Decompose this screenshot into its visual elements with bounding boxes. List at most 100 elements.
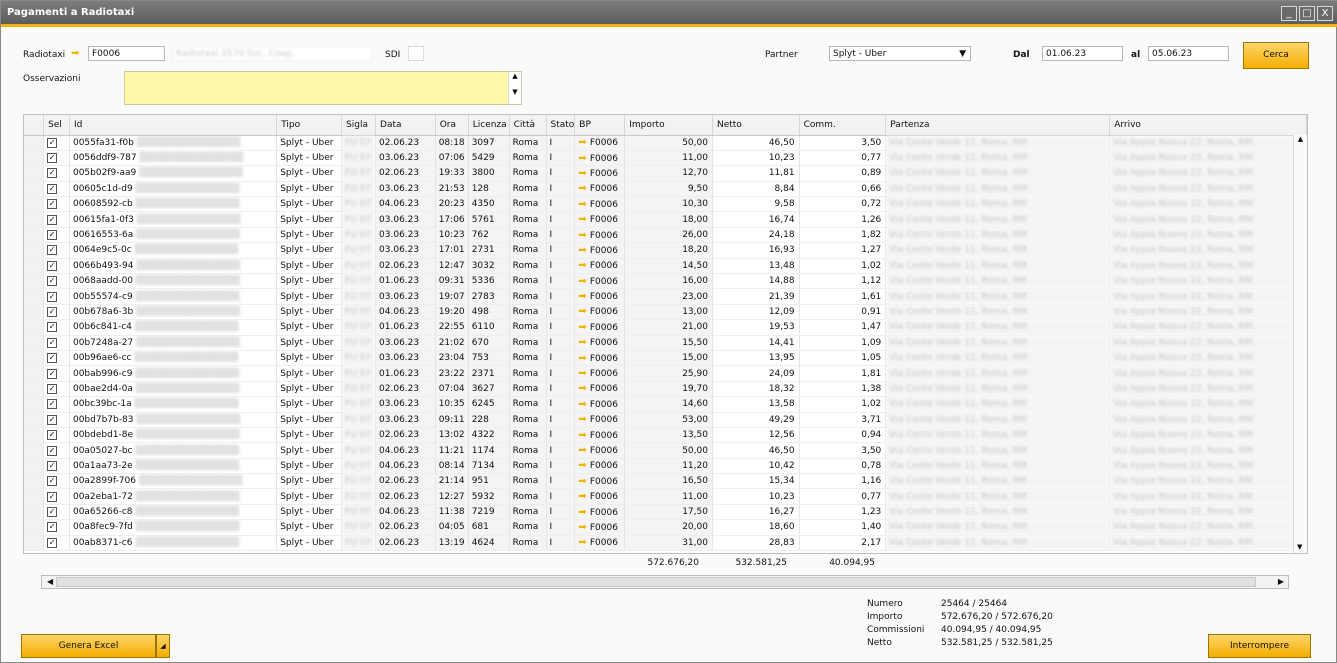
column-header[interactable]: Sel — [43, 115, 70, 136]
link-arrow-icon[interactable]: ➡ — [578, 537, 590, 548]
link-arrow-icon[interactable]: ➡ — [578, 260, 590, 271]
checkbox[interactable]: ✓ — [47, 537, 58, 548]
link-arrow-icon[interactable]: ➡ — [578, 276, 590, 287]
maximize-button[interactable]: □ — [1299, 6, 1315, 21]
select-checkbox[interactable]: ✓ — [43, 181, 70, 198]
checkbox[interactable]: ✓ — [47, 322, 58, 333]
table-row[interactable]: ✓ 00a1aa73-2e ▒▒▒▒▒▒▒▒▒▒▒▒▒▒▒ Splyt - Uber… — [24, 458, 1307, 475]
scroll-left-icon[interactable]: ◀ — [47, 577, 53, 586]
checkbox[interactable]: ✓ — [47, 153, 58, 164]
scroll-up-icon[interactable]: ▲ — [1294, 135, 1307, 143]
select-checkbox[interactable]: ✓ — [43, 519, 70, 536]
checkbox[interactable]: ✓ — [47, 445, 58, 456]
link-arrow-icon[interactable]: ➡ — [578, 214, 590, 225]
column-header[interactable]: BP — [574, 115, 626, 136]
checkbox[interactable]: ✓ — [47, 476, 58, 487]
table-row[interactable]: ✓ 00b96ae6-cc ▒▒▒▒▒▒▒▒▒▒▒▒▒▒▒ Splyt - Uber… — [24, 350, 1307, 367]
date-to-field[interactable]: 05.06.23 — [1148, 46, 1229, 61]
table-row[interactable]: ✓ 0064e9c5-0c ▒▒▒▒▒▒▒▒▒▒▒▒▒▒▒ Splyt - Uber… — [24, 242, 1307, 259]
select-checkbox[interactable]: ✓ — [43, 196, 70, 213]
radiotaxi-code-field[interactable]: F0006 — [88, 46, 165, 61]
checkbox[interactable]: ✓ — [47, 183, 58, 194]
select-checkbox[interactable]: ✓ — [43, 273, 70, 290]
column-header[interactable]: Ora — [435, 115, 469, 136]
select-checkbox[interactable]: ✓ — [43, 165, 70, 182]
link-arrow-icon[interactable]: ➡ — [578, 153, 590, 164]
minimize-button[interactable]: _ — [1281, 6, 1297, 21]
column-header[interactable]: Città — [509, 115, 547, 136]
link-arrow-icon[interactable]: ➡ — [578, 337, 590, 348]
table-row[interactable]: ✓ 00ab8371-c6 ▒▒▒▒▒▒▒▒▒▒▒▒▒▒▒ Splyt - Uber… — [24, 535, 1307, 552]
checkbox[interactable]: ✓ — [47, 245, 58, 256]
link-arrow-icon[interactable]: ➡ — [578, 460, 590, 471]
checkbox[interactable]: ✓ — [47, 276, 58, 287]
table-row[interactable]: ✓ 00bdebd1-8e ▒▒▒▒▒▒▒▒▒▒▒▒▒▒▒ Splyt - Uber… — [24, 427, 1307, 444]
checkbox[interactable]: ✓ — [47, 414, 58, 425]
select-checkbox[interactable]: ✓ — [43, 442, 70, 459]
table-row[interactable]: ✓ 00605c1d-d9 ▒▒▒▒▒▒▒▒▒▒▒▒▒▒▒ Splyt - Uber… — [24, 181, 1307, 198]
checkbox[interactable]: ✓ — [47, 260, 58, 271]
link-arrow-icon[interactable]: ➡ — [578, 230, 590, 241]
link-arrow-icon[interactable]: ➡ — [578, 383, 590, 394]
table-row[interactable]: ✓ 0068aadd-00 ▒▒▒▒▒▒▒▒▒▒▒▒▒▒▒ Splyt - Uber… — [24, 273, 1307, 290]
checkbox[interactable]: ✓ — [47, 214, 58, 225]
select-checkbox[interactable]: ✓ — [43, 504, 70, 521]
table-row[interactable]: ✓ 00615fa1-0f3 ▒▒▒▒▒▒▒▒▒▒▒▒▒▒▒ Splyt - Ube… — [24, 211, 1307, 228]
select-checkbox[interactable]: ✓ — [43, 350, 70, 367]
link-arrow-icon[interactable]: ➡ — [578, 199, 590, 210]
link-arrow-icon[interactable]: ➡ — [578, 291, 590, 302]
select-checkbox[interactable]: ✓ — [43, 319, 70, 336]
select-checkbox[interactable]: ✓ — [43, 227, 70, 244]
link-arrow-icon[interactable]: ➡ — [578, 522, 590, 533]
select-checkbox[interactable]: ✓ — [43, 412, 70, 428]
link-arrow-icon[interactable]: ➡ — [578, 137, 590, 148]
checkbox[interactable]: ✓ — [47, 491, 58, 502]
select-checkbox[interactable]: ✓ — [43, 242, 70, 259]
table-row[interactable]: ✓ 00b55574-c9 ▒▒▒▒▒▒▒▒▒▒▒▒▒▒▒ Splyt - Uber… — [24, 288, 1307, 305]
checkbox[interactable]: ✓ — [47, 383, 58, 394]
partner-select[interactable]: Splyt - Uber ▼ — [829, 46, 971, 61]
link-arrow-icon[interactable]: ➡ — [578, 245, 590, 256]
column-header[interactable]: Data — [375, 115, 436, 136]
link-arrow-icon[interactable]: ➡ — [578, 507, 590, 518]
column-header[interactable]: Importo — [624, 115, 713, 136]
link-arrow-icon[interactable]: ➡ — [578, 306, 590, 317]
link-arrow-icon[interactable]: ➡ — [578, 414, 590, 425]
checkbox[interactable]: ✓ — [47, 306, 58, 317]
horizontal-scrollbar[interactable]: ◀ ▶ — [41, 575, 1289, 589]
checkbox[interactable]: ✓ — [47, 353, 58, 364]
select-checkbox[interactable]: ✓ — [43, 458, 70, 475]
stop-button[interactable]: Interrompere — [1208, 634, 1311, 658]
checkbox[interactable]: ✓ — [47, 522, 58, 533]
checkbox[interactable]: ✓ — [47, 137, 58, 148]
table-row[interactable]: ✓ 0066b493-94 ▒▒▒▒▒▒▒▒▒▒▒▒▒▒▒ Splyt - Uber… — [24, 258, 1307, 275]
column-header[interactable]: Arrivo — [1109, 115, 1307, 136]
table-row[interactable]: ✓ 00616553-6a ▒▒▒▒▒▒▒▒▒▒▒▒▒▒▒ Splyt - Uber… — [24, 227, 1307, 244]
excel-dropdown-icon[interactable]: ◢ — [156, 634, 170, 658]
close-button[interactable]: X — [1317, 6, 1333, 21]
search-button[interactable]: Cerca — [1243, 42, 1309, 69]
link-arrow-icon[interactable]: ➡ — [578, 353, 590, 364]
table-row[interactable]: ✓ 00a65266-c8 ▒▒▒▒▒▒▒▒▒▒▒▒▒▒▒ Splyt - Uber… — [24, 504, 1307, 521]
table-row[interactable]: ✓ 00a2899f-706 ▒▒▒▒▒▒▒▒▒▒▒▒▒▒▒ Splyt - Ube… — [24, 473, 1307, 490]
observations-textarea[interactable]: ▲ ▼ — [124, 71, 522, 105]
table-row[interactable]: ✓ 00608592-cb ▒▒▒▒▒▒▒▒▒▒▒▒▒▒▒ Splyt - Uber… — [24, 196, 1307, 213]
link-arrow-icon[interactable]: ➡ — [578, 322, 590, 333]
table-row[interactable]: ✓ 00a05027-bc ▒▒▒▒▒▒▒▒▒▒▒▒▒▒▒ Splyt - Uber… — [24, 442, 1307, 459]
column-header[interactable]: Stato — [546, 115, 576, 136]
select-checkbox[interactable]: ✓ — [43, 381, 70, 398]
table-row[interactable]: ✓ 00b6c841-c4 ▒▒▒▒▒▒▒▒▒▒▒▒▒▒▒ Splyt - Uber… — [24, 319, 1307, 336]
link-arrow-icon[interactable]: ➡ — [578, 430, 590, 441]
column-header[interactable]: Licenza — [468, 115, 510, 136]
select-checkbox[interactable]: ✓ — [43, 488, 70, 505]
select-checkbox[interactable]: ✓ — [43, 304, 70, 321]
link-arrow-icon[interactable]: ➡ — [578, 368, 590, 379]
checkbox[interactable]: ✓ — [47, 168, 58, 179]
checkbox[interactable]: ✓ — [47, 230, 58, 241]
column-header[interactable]: Partenza — [885, 115, 1111, 136]
vertical-scrollbar[interactable]: ▲ ▼ — [1293, 135, 1307, 553]
checkbox[interactable]: ✓ — [47, 199, 58, 210]
table-row[interactable]: ✓ 00bc39bc-1a ▒▒▒▒▒▒▒▒▒▒▒▒▒▒▒ Splyt - Uber… — [24, 396, 1307, 413]
column-header[interactable]: Netto — [712, 115, 800, 136]
select-checkbox[interactable]: ✓ — [43, 427, 70, 444]
